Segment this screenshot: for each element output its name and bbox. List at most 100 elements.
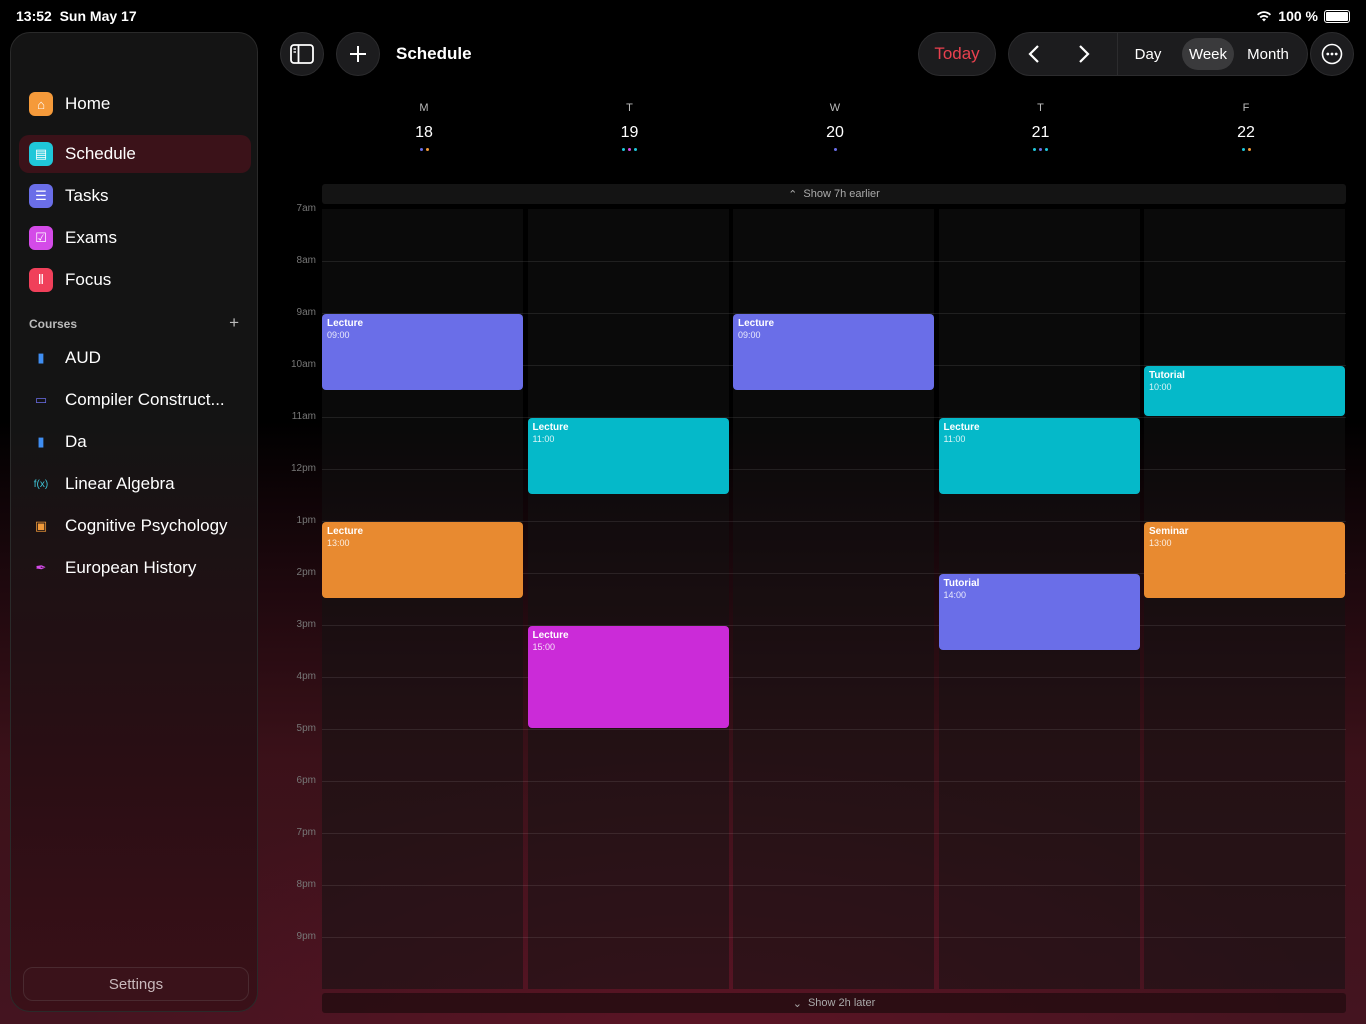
- event-dots: [1144, 148, 1348, 152]
- time-label: 3pm: [296, 619, 316, 630]
- event-dot: [1247, 148, 1251, 151]
- event-block[interactable]: Lecture 09:00: [733, 314, 934, 390]
- event-time: 13:00: [327, 538, 350, 548]
- hour-line: [322, 781, 1346, 782]
- next-button[interactable]: [1059, 33, 1109, 75]
- day-number: 20: [826, 124, 844, 141]
- course-label: Compiler Construct...: [65, 390, 225, 409]
- today-button[interactable]: Today: [918, 32, 996, 76]
- view-segmented-control: Day Week Month: [1117, 33, 1298, 75]
- show-later-label: Show 2h later: [807, 997, 876, 1009]
- event-time: 11:00: [532, 434, 555, 444]
- event-block[interactable]: Lecture 11:00: [527, 418, 729, 494]
- sidebar-item-focus[interactable]: Ⅱ Focus: [19, 261, 251, 299]
- time-label: 1pm: [296, 515, 316, 526]
- courses-header: Courses +: [29, 313, 239, 332]
- focus-icon: Ⅱ: [29, 268, 53, 292]
- week-grid[interactable]: Lecture 09:00 Lecture 13:00 Lecture 11:00 Lect…: [322, 209, 1346, 989]
- event-time: 11:00: [943, 434, 966, 444]
- event-dot: [1033, 148, 1036, 151]
- view-week-option[interactable]: Week: [1182, 38, 1234, 70]
- event-dot: [1039, 148, 1042, 151]
- show-later-button[interactable]: ⌄ Show 2h later: [322, 993, 1346, 1013]
- add-event-button[interactable]: [336, 32, 380, 76]
- book-icon: ▮: [37, 434, 45, 449]
- briefcase-icon: ▣: [34, 518, 48, 533]
- event-block[interactable]: Lecture 09:00: [322, 314, 523, 390]
- hour-line: [322, 261, 1346, 262]
- sidebar-item-exams[interactable]: ☑ Exams: [19, 219, 251, 257]
- event-block[interactable]: Lecture 11:00: [938, 418, 1140, 494]
- view-month-option[interactable]: Month: [1240, 38, 1296, 70]
- hour-line: [322, 625, 1346, 626]
- day-letter: W: [829, 102, 841, 114]
- day-header[interactable]: T 19: [528, 102, 732, 152]
- event-dot: [425, 148, 429, 151]
- event-title: Tutorial: [1149, 370, 1185, 381]
- day-header[interactable]: T 21: [939, 102, 1143, 152]
- add-course-icon[interactable]: +: [229, 313, 239, 333]
- show-earlier-label: Show 7h earlier: [803, 188, 880, 200]
- function-icon: f(x): [33, 478, 49, 490]
- day-header[interactable]: F 22: [1144, 102, 1348, 152]
- day-letter: F: [1242, 102, 1250, 114]
- event-block[interactable]: Seminar 13:00: [1144, 522, 1345, 598]
- show-earlier-button[interactable]: ⌃ Show 7h earlier: [322, 184, 1346, 204]
- course-item[interactable]: ▭ Compiler Construct...: [19, 381, 251, 419]
- event-block[interactable]: Lecture 13:00: [322, 522, 523, 598]
- course-item[interactable]: ▣ Cognitive Psychology: [19, 507, 251, 545]
- event-title: Lecture: [532, 630, 569, 641]
- event-dots: [528, 148, 732, 152]
- day-number: 18: [415, 124, 433, 141]
- hour-line: [322, 417, 1346, 418]
- event-title: Seminar: [1149, 526, 1189, 537]
- course-item[interactable]: ✒ European History: [19, 549, 251, 587]
- event-time: 15:00: [532, 642, 556, 652]
- event-title: Tutorial: [943, 578, 980, 589]
- event-title: Lecture: [532, 422, 569, 433]
- previous-button[interactable]: [1009, 33, 1059, 75]
- sidebar-item-home[interactable]: ⌂ Home: [19, 85, 251, 123]
- settings-button[interactable]: Settings: [23, 967, 249, 1001]
- day-header[interactable]: M 18: [322, 102, 526, 152]
- event-time: 09:00: [327, 330, 350, 340]
- sidebar-item-label: Schedule: [65, 144, 136, 163]
- hour-line: [322, 677, 1346, 678]
- time-label: 9am: [296, 307, 316, 318]
- day-number: 19: [620, 124, 639, 141]
- course-item[interactable]: ▮ Da: [19, 423, 251, 461]
- event-dot: [419, 148, 423, 151]
- course-item[interactable]: ▮ AUD: [19, 339, 251, 377]
- sidebar-item-label: Tasks: [65, 186, 109, 205]
- status-bar: 13:52 Sun May 17 100 %: [0, 0, 1366, 32]
- sidebar-item-schedule[interactable]: ▤ Schedule: [19, 135, 251, 173]
- event-block[interactable]: Lecture 15:00: [527, 626, 729, 728]
- scroll-icon: ✒: [35, 560, 47, 575]
- event-title: Lecture: [943, 422, 980, 433]
- status-time: 13:52 Sun May 17: [16, 8, 137, 24]
- day-letter: M: [419, 102, 429, 114]
- more-button[interactable]: [1310, 32, 1354, 76]
- day-column[interactable]: [1144, 209, 1345, 989]
- date-navigation: Day Week Month: [1008, 32, 1308, 76]
- time-label: 8am: [296, 255, 316, 266]
- clipboard-icon: ☑: [29, 226, 53, 250]
- view-day-option[interactable]: Day: [1124, 38, 1172, 70]
- time-label: 7am: [296, 203, 316, 214]
- status-right: 100 %: [1256, 8, 1350, 24]
- event-block[interactable]: Tutorial 10:00: [1144, 366, 1345, 416]
- plus-icon: [350, 46, 366, 62]
- hour-line: [322, 469, 1346, 470]
- chevron-left-icon: [1028, 45, 1039, 63]
- time-label: 5pm: [296, 723, 316, 734]
- sidebar-item-tasks[interactable]: ☰ Tasks: [19, 177, 251, 215]
- course-item[interactable]: f(x) Linear Algebra: [19, 465, 251, 503]
- event-dots: [733, 148, 937, 152]
- event-block[interactable]: Tutorial 14:00: [938, 574, 1140, 650]
- calendar-icon: ▤: [29, 142, 53, 166]
- home-icon: ⌂: [29, 92, 53, 116]
- battery-icon: [1324, 9, 1350, 23]
- day-header[interactable]: W 20: [733, 102, 937, 152]
- day-column[interactable]: [527, 209, 729, 989]
- toggle-sidebar-button[interactable]: [280, 32, 324, 76]
